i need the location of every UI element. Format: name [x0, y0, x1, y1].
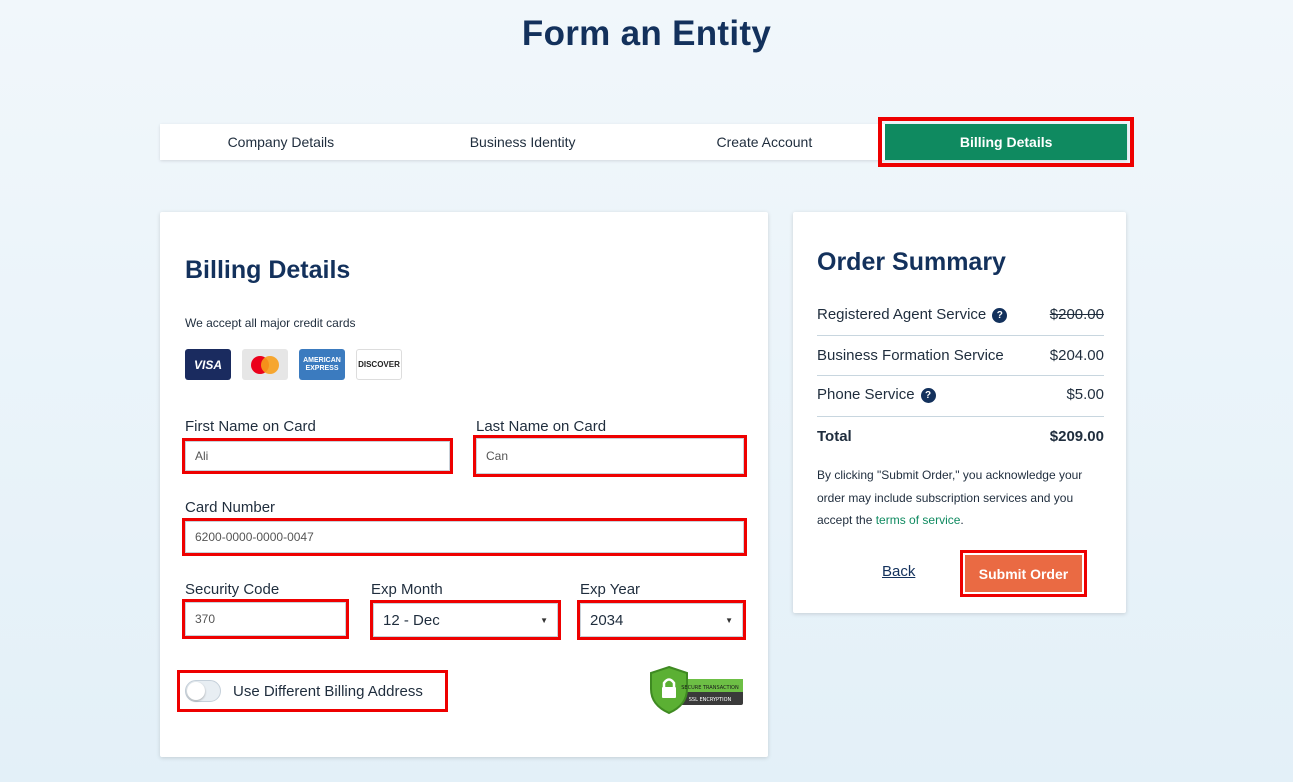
- submit-order-button[interactable]: Submit Order: [960, 550, 1087, 597]
- item-price: $5.00: [1066, 386, 1104, 403]
- card-number-input[interactable]: 6200-0000-0000-0047: [182, 518, 747, 556]
- card-logos: VISA AMERICAN EXPRESS DISCOVER: [185, 349, 402, 380]
- exp-month-select[interactable]: 12 - Dec ▼: [370, 600, 561, 640]
- total-value: $209.00: [1049, 428, 1104, 445]
- item-price: $204.00: [1049, 347, 1104, 364]
- billing-heading: Billing Details: [185, 256, 351, 284]
- summary-heading: Order Summary: [817, 248, 1006, 276]
- caret-down-icon: ▼: [725, 615, 733, 625]
- different-billing-toggle-row[interactable]: Use Different Billing Address: [177, 670, 448, 712]
- billing-address-toggle[interactable]: [185, 680, 221, 702]
- security-code-input[interactable]: 370: [182, 599, 349, 639]
- page-title: Form an Entity: [521, 14, 772, 53]
- discover-logo: DISCOVER: [356, 349, 402, 380]
- tab-business-identity[interactable]: Business Identity: [402, 124, 644, 160]
- disclaimer-end: .: [960, 513, 964, 527]
- submit-disclaimer: By clicking "Submit Order," you acknowle…: [817, 464, 1107, 532]
- accept-cards-text: We accept all major credit cards: [185, 316, 356, 330]
- tab-billing-details[interactable]: Billing Details: [878, 117, 1134, 167]
- summary-row-phone-service: Phone Service? $5.00: [817, 386, 1104, 403]
- mastercard-logo: [242, 349, 288, 380]
- security-code-label: Security Code: [185, 581, 280, 598]
- ssl-line2: SSL ENCRYPTION: [689, 697, 732, 703]
- divider: [817, 375, 1104, 376]
- ssl-line1: SECURE TRANSACTION: [681, 685, 739, 691]
- summary-total-row: Total $209.00: [817, 428, 1104, 445]
- first-name-input[interactable]: Ali: [182, 438, 453, 474]
- total-label: Total: [817, 428, 852, 445]
- tab-create-account[interactable]: Create Account: [644, 124, 886, 160]
- item-label: Business Formation Service: [817, 347, 1004, 364]
- item-label: Registered Agent Service: [817, 306, 987, 323]
- billing-details-card: Billing Details We accept all major cred…: [160, 212, 768, 757]
- tab-company-details[interactable]: Company Details: [160, 124, 402, 160]
- step-tabs: Company Details Business Identity Create…: [160, 117, 1134, 167]
- ssl-secure-badge-icon: SECURE TRANSACTION SSL ENCRYPTION: [650, 665, 743, 715]
- summary-row-business-formation: Business Formation Service $204.00: [817, 347, 1104, 364]
- exp-month-value: 12 - Dec: [383, 611, 440, 629]
- mastercard-icon: [251, 355, 279, 374]
- order-summary-card: Order Summary Registered Agent Service? …: [793, 212, 1126, 613]
- divider: [817, 416, 1104, 417]
- last-name-input[interactable]: Can: [473, 435, 747, 477]
- terms-of-service-link[interactable]: terms of service: [876, 513, 961, 527]
- help-icon[interactable]: ?: [920, 387, 936, 403]
- toggle-label: Use Different Billing Address: [233, 682, 423, 700]
- first-name-label: First Name on Card: [185, 418, 316, 435]
- amex-logo: AMERICAN EXPRESS: [299, 349, 345, 380]
- help-icon[interactable]: ?: [992, 307, 1008, 323]
- back-link[interactable]: Back: [882, 563, 915, 580]
- divider: [817, 335, 1104, 336]
- caret-down-icon: ▼: [540, 615, 548, 625]
- item-price: $200.00: [1049, 306, 1104, 323]
- exp-year-select[interactable]: 2034 ▼: [577, 600, 746, 640]
- item-label: Phone Service: [817, 386, 915, 403]
- exp-month-label: Exp Month: [371, 581, 443, 598]
- card-number-label: Card Number: [185, 499, 276, 516]
- exp-year-label: Exp Year: [580, 581, 641, 598]
- last-name-label: Last Name on Card: [476, 418, 607, 435]
- exp-year-value: 2034: [590, 611, 624, 629]
- summary-row-registered-agent: Registered Agent Service? $200.00: [817, 306, 1104, 323]
- visa-logo: VISA: [185, 349, 231, 380]
